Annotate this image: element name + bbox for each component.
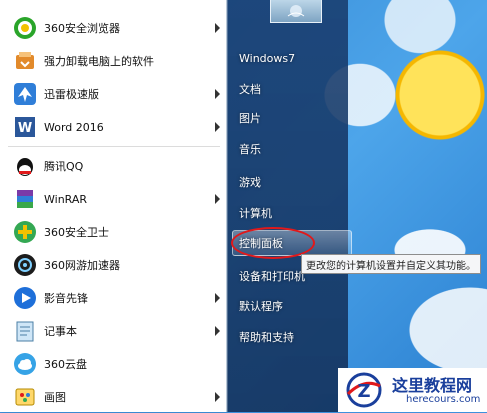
cloud-drive-icon [12,351,38,377]
security-360-icon [12,219,38,245]
places-item-help-support[interactable]: 帮助和支持 [239,325,344,349]
program-thunder[interactable]: 迅雷极速版 [6,78,224,110]
program-cloud-drive[interactable]: 360云盘 [6,348,224,380]
program-360-browser[interactable]: 360安全浏览器 [6,12,224,44]
user-picture-icon [287,5,305,17]
submenu-arrow-icon [215,392,220,402]
game-accelerator-icon [12,252,38,278]
thunder-icon [12,81,38,107]
notepad-icon [12,318,38,344]
submenu-arrow-icon [215,122,220,132]
places-item-computer[interactable]: 计算机 [239,201,344,225]
submenu-arrow-icon [215,89,220,99]
program-label: 360安全卫士 [44,226,109,239]
winrar-icon [12,186,38,212]
program-label: 强力卸载电脑上的软件 [44,55,154,68]
submenu-arrow-icon [215,23,220,33]
program-label: 360云盘 [44,358,87,371]
program-label: 迅雷极速版 [44,88,99,101]
watermark-logo-icon: Z [346,372,382,408]
paint-icon [12,384,38,410]
program-label: 360安全浏览器 [44,22,120,35]
program-game-accelerator[interactable]: 360网游加速器 [6,249,224,281]
program-media-player[interactable]: 影音先锋 [6,282,224,314]
user-picture[interactable] [270,0,322,23]
program-qq[interactable]: 腾讯QQ [6,150,224,182]
program-label: 影音先锋 [44,292,88,305]
program-notepad[interactable]: 记事本 [6,315,224,347]
places-item-pictures[interactable]: 图片 [239,106,344,130]
start-menu-programs-pane: 360安全浏览器 强力卸载电脑上的软件 迅雷极速版 W Word 2016 腾讯… [0,0,227,412]
program-paint[interactable]: 画图 [6,381,224,413]
program-label: Word 2016 [44,120,104,134]
media-player-icon [12,285,38,311]
program-label: WinRAR [44,192,88,206]
qq-icon [12,153,38,179]
program-label: 腾讯QQ [44,160,84,173]
word-icon: W [12,114,38,140]
program-label: 360网游加速器 [44,259,120,272]
watermark-url: herecours.com [406,394,481,405]
program-word[interactable]: W Word 2016 [6,111,224,143]
watermark-title: 这里教程网 [392,376,473,395]
places-item-default-programs[interactable]: 默认程序 [239,294,344,318]
divider [8,146,220,147]
control-panel-tooltip: 更改您的计算机设置并自定义其功能。 [301,254,481,274]
program-360-security[interactable]: 360安全卫士 [6,216,224,248]
program-label: 画图 [44,391,66,404]
browser-360-icon [12,15,38,41]
program-label: 记事本 [44,325,77,338]
submenu-arrow-icon [215,326,220,336]
submenu-arrow-icon [215,293,220,303]
svg-text:W: W [18,121,32,136]
program-winrar[interactable]: WinRAR [6,183,224,215]
uninstall-icon [12,48,38,74]
places-item-games[interactable]: 游戏 [239,170,344,194]
places-item-windows7[interactable]: Windows7 [239,46,344,70]
places-item-music[interactable]: 音乐 [239,137,344,161]
program-uninstaller[interactable]: 强力卸载电脑上的软件 [6,45,224,77]
places-item-documents[interactable]: 文档 [239,77,344,101]
watermark-logo-letter: Z [357,381,370,402]
submenu-arrow-icon [215,194,220,204]
